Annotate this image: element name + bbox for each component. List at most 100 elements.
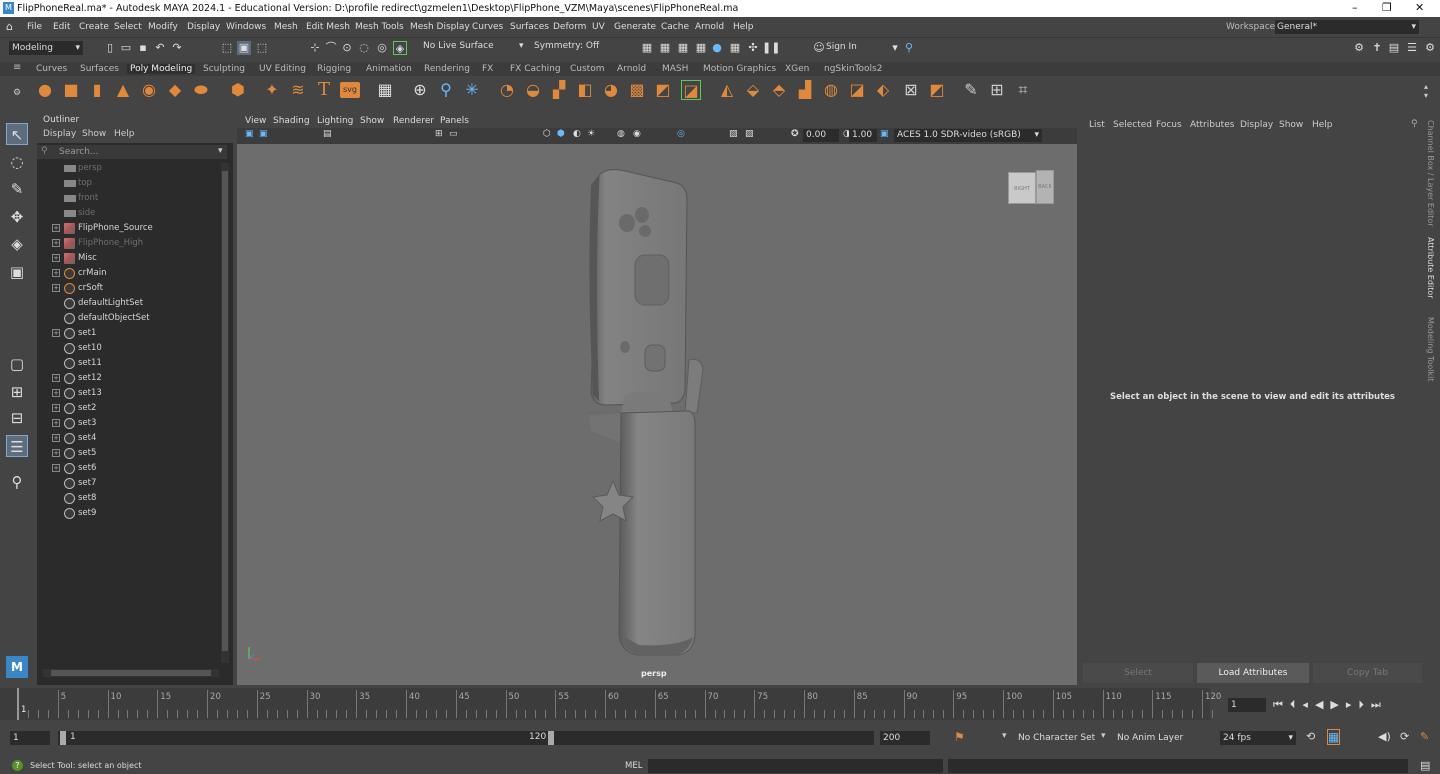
vp-menu-view[interactable]: View — [245, 116, 266, 126]
outliner-item[interactable]: defaultObjectSet — [37, 311, 217, 326]
extrude-icon[interactable]: ⬙ — [743, 80, 763, 100]
chevron-down-icon[interactable]: ▾ — [218, 146, 223, 156]
shelf-tab-motion-graphics[interactable]: Motion Graphics — [703, 64, 776, 74]
shelf-tab-surfaces[interactable]: Surfaces — [80, 64, 119, 74]
range-end-handle[interactable] — [548, 731, 554, 745]
uv-toolkit-icon[interactable]: ⌗ — [1013, 80, 1033, 100]
mesh-smooth-proxy-icon[interactable]: ▦ — [375, 80, 395, 100]
snap-view-icon[interactable]: ◎ — [375, 41, 389, 55]
search-icon[interactable]: ⚲ — [6, 471, 28, 493]
chevron-down-icon[interactable]: ▾ — [1101, 731, 1106, 741]
rotate-tool-icon[interactable]: ◈ — [6, 233, 28, 255]
bookmarks-icon[interactable]: ▤ — [323, 129, 332, 139]
select-hierarchy-icon[interactable]: ⬚ — [220, 41, 234, 55]
outliner-item[interactable]: front — [37, 191, 217, 206]
extract-icon[interactable]: ▞ — [549, 80, 569, 100]
mel-label[interactable]: MEL — [625, 761, 642, 771]
tab-modeling-toolkit[interactable]: Modeling Toolkit — [1426, 317, 1435, 381]
key-forward-icon[interactable]: ▸ — [1346, 698, 1359, 711]
tab-attribute-editor[interactable]: Attribute Editor — [1426, 237, 1435, 299]
expand-icon[interactable]: + — [52, 329, 60, 337]
tool-settings-icon[interactable]: ☰ — [1405, 41, 1419, 55]
open-scene-icon[interactable]: ▭ — [119, 41, 133, 55]
tab-channel-box[interactable]: Channel Box / Layer Editor — [1426, 120, 1435, 227]
mirror-icon[interactable]: ◧ — [575, 80, 595, 100]
view-cube[interactable]: RIGHT BACK — [1008, 170, 1056, 206]
shelf-menu-icon[interactable]: ≡ — [13, 62, 21, 73]
anim-layer-dropdown[interactable]: No Anim Layer — [1117, 733, 1183, 743]
film-gate-icon[interactable]: ▭ — [449, 129, 458, 139]
outliner-menu-display[interactable]: Display — [43, 129, 76, 139]
grease-pencil-icon[interactable]: ✎ — [1420, 730, 1429, 743]
current-time-marker[interactable] — [17, 688, 19, 720]
outliner-item[interactable]: + set3 — [37, 416, 217, 431]
ae-menu-focus[interactable]: Focus — [1156, 120, 1182, 130]
outliner-item[interactable]: + set1 — [37, 326, 217, 341]
command-line-input[interactable] — [648, 759, 943, 773]
redo-icon[interactable]: ↷ — [170, 41, 184, 55]
menu-select[interactable]: Select — [114, 22, 142, 32]
outliner-search[interactable]: ⚲ Search... ▾ — [37, 145, 227, 159]
scale-tool-icon[interactable]: ▣ — [6, 261, 28, 283]
snap-point-icon[interactable]: ⊙ — [340, 41, 354, 55]
ae-load-attributes-button[interactable]: Load Attributes — [1197, 663, 1309, 683]
target-weld-icon[interactable]: ⬖ — [873, 80, 893, 100]
menu-arnold[interactable]: Arnold — [695, 22, 724, 32]
color-management-icon[interactable]: ▣ — [880, 129, 889, 139]
range-start-handle[interactable] — [60, 731, 66, 745]
menu-uv[interactable]: UV — [592, 22, 605, 32]
fps-dropdown[interactable]: 24 fps ▾ — [1220, 731, 1296, 745]
render-settings-icon[interactable]: ▦ — [694, 41, 708, 55]
vp-menu-show[interactable]: Show — [360, 116, 384, 126]
render-setup-icon[interactable]: ▦ — [728, 41, 742, 55]
outliner-item[interactable]: + set12 — [37, 371, 217, 386]
lights-icon[interactable]: ☀ — [587, 129, 595, 139]
expand-icon[interactable]: + — [52, 254, 60, 262]
single-perspective-layout-icon[interactable]: ▢ — [6, 353, 28, 375]
close-button[interactable]: ✕ — [1415, 1, 1424, 14]
hypershade-icon[interactable]: ● — [710, 41, 724, 55]
step-forward-icon[interactable]: ⏵ — [1358, 698, 1371, 711]
animation-prefs-icon[interactable]: ▦ — [1327, 729, 1341, 745]
menu-edit[interactable]: Edit — [53, 22, 70, 32]
sculpt-brush-icon[interactable]: ✎ — [961, 80, 981, 100]
select-camera-icon[interactable]: ▣ — [245, 129, 254, 139]
shelf-tab-mash[interactable]: MASH — [662, 64, 688, 74]
connect-icon[interactable]: ◩ — [927, 80, 947, 100]
menu-generate[interactable]: Generate — [614, 22, 656, 32]
shelf-tab-fx[interactable]: FX — [482, 64, 493, 74]
ae-menu-attributes[interactable]: Attributes — [1190, 120, 1234, 130]
select-component-icon[interactable]: ⬚ — [255, 41, 269, 55]
color-space-dropdown[interactable]: ACES 1.0 SDR-video (sRGB) ▾ — [894, 129, 1042, 142]
script-editor-icon[interactable]: ▤ — [1420, 759, 1430, 772]
viewcube-back-face[interactable]: BACK — [1036, 170, 1054, 204]
menu-deform[interactable]: Deform — [553, 22, 586, 32]
outliner-item[interactable]: + set5 — [37, 446, 217, 461]
snap-surface-icon[interactable]: ◌ — [357, 41, 371, 55]
smooth-icon[interactable]: ▩ — [627, 80, 647, 100]
menu-display[interactable]: Display — [187, 22, 220, 32]
ae-menu-help[interactable]: Help — [1312, 120, 1333, 130]
ae-menu-show[interactable]: Show — [1279, 120, 1303, 130]
quad-draw-icon[interactable]: ⊠ — [901, 80, 921, 100]
fill-hole-icon[interactable]: ◍ — [821, 80, 841, 100]
start-frame-field[interactable]: 1 — [10, 731, 50, 745]
ipr-render-icon[interactable]: ▦ — [676, 41, 690, 55]
outliner-item[interactable]: + FlipPhone_Source — [37, 221, 217, 236]
time-slider[interactable]: 5 10 15 20 25 30 35 40 45 50 55 60 65 70 75 80 85 90 95 100… — [0, 688, 1221, 720]
chevron-down-icon[interactable]: ▾ — [888, 41, 902, 55]
shelf-tab-ngskintools2[interactable]: ngSkinTools2 — [824, 64, 882, 74]
sweep-mesh-icon[interactable]: ≋ — [288, 80, 308, 100]
channel-box-icon[interactable]: ⚙ — [1423, 41, 1437, 55]
menu-edit-mesh[interactable]: Edit Mesh — [306, 22, 350, 32]
character-controls-icon[interactable]: ✝ — [1370, 41, 1384, 55]
sign-in-button[interactable]: Sign In — [826, 42, 857, 52]
save-scene-icon[interactable]: ▪ — [136, 41, 150, 55]
separate-icon[interactable]: ◒ — [523, 80, 543, 100]
poly-cone-icon[interactable]: ▲ — [113, 80, 133, 100]
shelf-tab-fx-caching[interactable]: FX Caching — [510, 64, 561, 74]
multi-cut-icon[interactable]: ◪ — [847, 80, 867, 100]
sound-icon[interactable]: ◀) — [1378, 730, 1391, 743]
maya-logo-icon[interactable]: M — [6, 656, 28, 678]
vp-menu-shading[interactable]: Shading — [273, 116, 310, 126]
